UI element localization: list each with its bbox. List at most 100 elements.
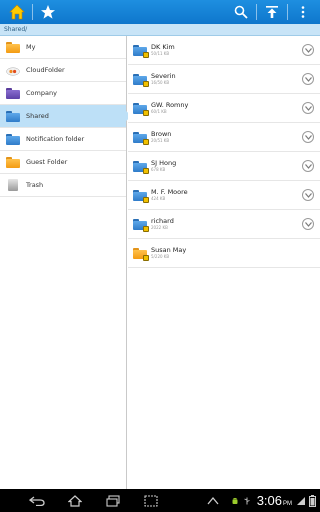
left-nav-item-shared[interactable]: Shared — [0, 105, 132, 128]
quick-panel-button[interactable] — [200, 489, 226, 512]
chevron-down-icon — [304, 221, 312, 227]
screenshot-icon — [144, 494, 158, 507]
chevron-down-icon — [304, 163, 312, 169]
back-button[interactable] — [24, 489, 50, 512]
battery-icon — [309, 494, 316, 507]
recent-apps-icon — [106, 494, 120, 507]
left-nav-pane: My CloudFolder Company Shared Notificati… — [0, 36, 132, 489]
left-nav-item-company[interactable]: Company — [0, 82, 126, 105]
home-nav-icon — [68, 494, 82, 507]
usb-notification-icon — [244, 497, 250, 504]
chevron-down-icon — [304, 134, 312, 140]
recent-apps-button[interactable] — [100, 489, 126, 512]
list-item[interactable]: M. F. Moore 424 KB — [128, 181, 320, 210]
left-nav-item-label: Guest Folder — [26, 158, 68, 166]
list-item[interactable]: Brown 20/51 KB — [128, 123, 320, 152]
breadcrumb-path[interactable]: Shared/ — [4, 26, 27, 33]
chevron-down-icon — [304, 76, 312, 82]
locked-folder-icon — [133, 73, 149, 87]
item-size: 678 KB — [151, 167, 166, 172]
folder-icon — [6, 87, 20, 99]
item-name: M. F. Moore — [151, 188, 188, 196]
search-icon — [234, 5, 248, 19]
item-name: Susan May — [151, 246, 187, 254]
item-size: 50/11 KB — [151, 51, 170, 56]
item-name: Brown — [151, 130, 172, 138]
action-bar-left — [4, 0, 61, 24]
chevron-down-icon — [304, 192, 312, 198]
shared-folders-list: DK Kim 50/11 KB Severin 16/50 KB GW. Rom… — [128, 36, 320, 489]
overflow-menu-button[interactable] — [290, 0, 316, 24]
list-item[interactable]: SJ Hong 678 KB — [128, 152, 320, 181]
overflow-menu-icon — [301, 6, 305, 18]
left-nav-item-label: Shared — [26, 112, 49, 120]
chevron-down-icon — [304, 47, 312, 53]
item-name: Severin — [151, 72, 176, 80]
action-bar-separator — [256, 4, 257, 20]
home-nav-button[interactable] — [62, 489, 88, 512]
shared-folder-icon — [6, 110, 20, 122]
item-size: 2022 KB — [151, 225, 168, 230]
item-options-button[interactable] — [302, 102, 314, 114]
list-item[interactable]: DK Kim 50/11 KB — [128, 36, 320, 65]
item-name: SJ Hong — [151, 159, 177, 167]
folder-icon — [6, 133, 20, 145]
locked-folder-icon — [133, 218, 149, 232]
left-nav-item-label: Company — [26, 89, 57, 97]
arrow-up-icon — [207, 496, 219, 504]
item-options-button[interactable] — [302, 218, 314, 230]
left-nav-item-label: CloudFolder — [26, 66, 65, 74]
chevron-down-icon — [304, 105, 312, 111]
locked-folder-icon — [133, 160, 149, 174]
list-item[interactable]: richard 2022 KB — [128, 210, 320, 239]
clock-ampm: PM — [283, 501, 292, 507]
locked-folder-icon — [133, 131, 149, 145]
left-nav-item-label: Trash — [26, 181, 44, 189]
item-options-button[interactable] — [302, 189, 314, 201]
breadcrumb: Shared/ — [0, 24, 320, 36]
locked-folder-icon — [133, 44, 149, 58]
folder-icon — [6, 41, 20, 53]
status-area: 3:06PM — [229, 493, 316, 508]
left-nav-item-label: My — [26, 43, 36, 51]
left-nav-item-label: Notification folder — [26, 135, 85, 143]
upload-icon — [266, 6, 278, 18]
clock: 3:06PM — [257, 493, 292, 508]
signal-strength-icon — [297, 496, 305, 505]
item-options-button[interactable] — [302, 160, 314, 172]
left-nav-item-my[interactable]: My — [0, 36, 126, 59]
search-button[interactable] — [228, 0, 254, 24]
clock-time: 3:06 — [256, 493, 282, 508]
left-nav-item-trash[interactable]: Trash — [0, 174, 126, 197]
action-bar — [0, 0, 320, 24]
item-name: richard — [151, 217, 174, 225]
folder-icon — [6, 156, 20, 168]
locked-folder-icon — [133, 189, 149, 203]
action-bar-right — [228, 0, 316, 24]
home-button[interactable] — [4, 0, 30, 24]
item-size: 424 KB — [151, 196, 166, 201]
action-bar-separator — [287, 4, 288, 20]
item-name: DK Kim — [151, 43, 175, 51]
cloud-icon — [6, 66, 20, 76]
favorites-button[interactable] — [35, 0, 61, 24]
trash-icon — [8, 179, 18, 191]
left-nav-item-cloudfolder[interactable]: CloudFolder — [0, 59, 126, 82]
left-nav-item-guest-folder[interactable]: Guest Folder — [0, 151, 126, 174]
back-icon — [29, 495, 45, 506]
item-size: 20/51 KB — [151, 138, 170, 143]
item-options-button[interactable] — [302, 44, 314, 56]
item-options-button[interactable] — [302, 73, 314, 85]
list-item[interactable]: Severin 16/50 KB — [128, 65, 320, 94]
list-item[interactable]: GW. Romny 60/1 KB — [128, 94, 320, 123]
left-nav-item-notification-folder[interactable]: Notification folder — [0, 128, 126, 151]
upload-button[interactable] — [259, 0, 285, 24]
android-notification-icon — [232, 497, 238, 504]
star-icon — [41, 5, 55, 19]
locked-folder-icon — [133, 102, 149, 116]
screenshot-button[interactable] — [138, 489, 164, 512]
locked-folder-icon — [133, 247, 149, 261]
list-item[interactable]: Susan May 5/220 KB — [128, 239, 320, 268]
item-options-button[interactable] — [302, 131, 314, 143]
item-size: 5/220 KB — [151, 254, 170, 259]
